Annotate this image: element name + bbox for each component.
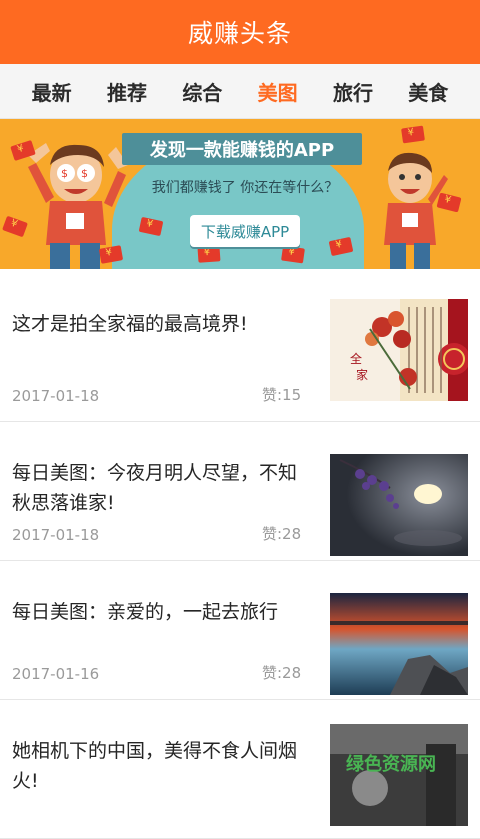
tab-latest[interactable]: 最新 [32, 77, 72, 106]
article-title: 这才是拍全家福的最高境界! [12, 313, 248, 335]
list-item[interactable]: 这才是拍全家福的最高境界! 2017-01-18 赞:15 全 家 [0, 269, 480, 422]
svg-text:全: 全 [350, 351, 362, 366]
right-cartoon-man-icon [384, 152, 448, 269]
article-likes: 赞:15 [262, 386, 302, 404]
article-thumbnail [330, 593, 468, 695]
article-thumbnail: 全 家 [330, 299, 468, 401]
red-envelope-icon [401, 125, 425, 144]
app-title: 威赚头条 [187, 19, 292, 48]
red-envelope-icon [197, 246, 221, 263]
article-thumbnail [330, 454, 468, 556]
red-envelope-icon [281, 245, 305, 264]
article-title: 每日美图：亲爱的，一起去旅行 [12, 601, 279, 623]
download-app-button[interactable]: 下载威赚APP [190, 215, 300, 247]
tab-recommend[interactable]: 推荐 [107, 77, 147, 106]
article-date: 2017-01-18 [12, 387, 100, 405]
promo-banner[interactable]: $ $ 发现一款能赚钱的APP 我们都赚钱了 你还在等什么？ 下载威赚APP [0, 119, 480, 269]
article-date: 2017-01-18 [12, 526, 100, 544]
tab-pictures[interactable]: 美图 [258, 77, 298, 106]
article-likes: 赞:28 [262, 664, 302, 682]
tab-general[interactable]: 综合 [182, 77, 222, 106]
list-item[interactable]: 每日美图：亲爱的，一起去旅行 2017-01-16 赞:28 [0, 561, 480, 700]
watermark-text: 绿色资源网 [346, 754, 436, 775]
banner-headline: 发现一款能赚钱的APP [122, 133, 362, 165]
category-tabs: 最新 推荐 综合 美图 旅行 美食 [0, 64, 480, 119]
tab-food[interactable]: 美食 [408, 77, 448, 106]
top-bar: 威赚头条 [0, 0, 480, 64]
svg-text:$: $ [61, 167, 68, 180]
list-item[interactable]: 每日美图：今夜月明人尽望，不知秋思落谁家! 2017-01-18 赞:28 [0, 422, 480, 561]
article-title: 她相机下的中国，美得不食人间烟火! [12, 740, 298, 792]
article-likes: 赞:28 [262, 525, 302, 543]
article-title: 每日美图：今夜月明人尽望，不知秋思落谁家! [12, 462, 298, 514]
article-date: 2017-01-16 [12, 665, 100, 683]
banner-subline: 我们都赚钱了 你还在等什么？ [151, 180, 339, 196]
svg-text:家: 家 [356, 367, 368, 382]
tab-travel[interactable]: 旅行 [333, 77, 373, 106]
svg-text:$: $ [81, 167, 88, 180]
